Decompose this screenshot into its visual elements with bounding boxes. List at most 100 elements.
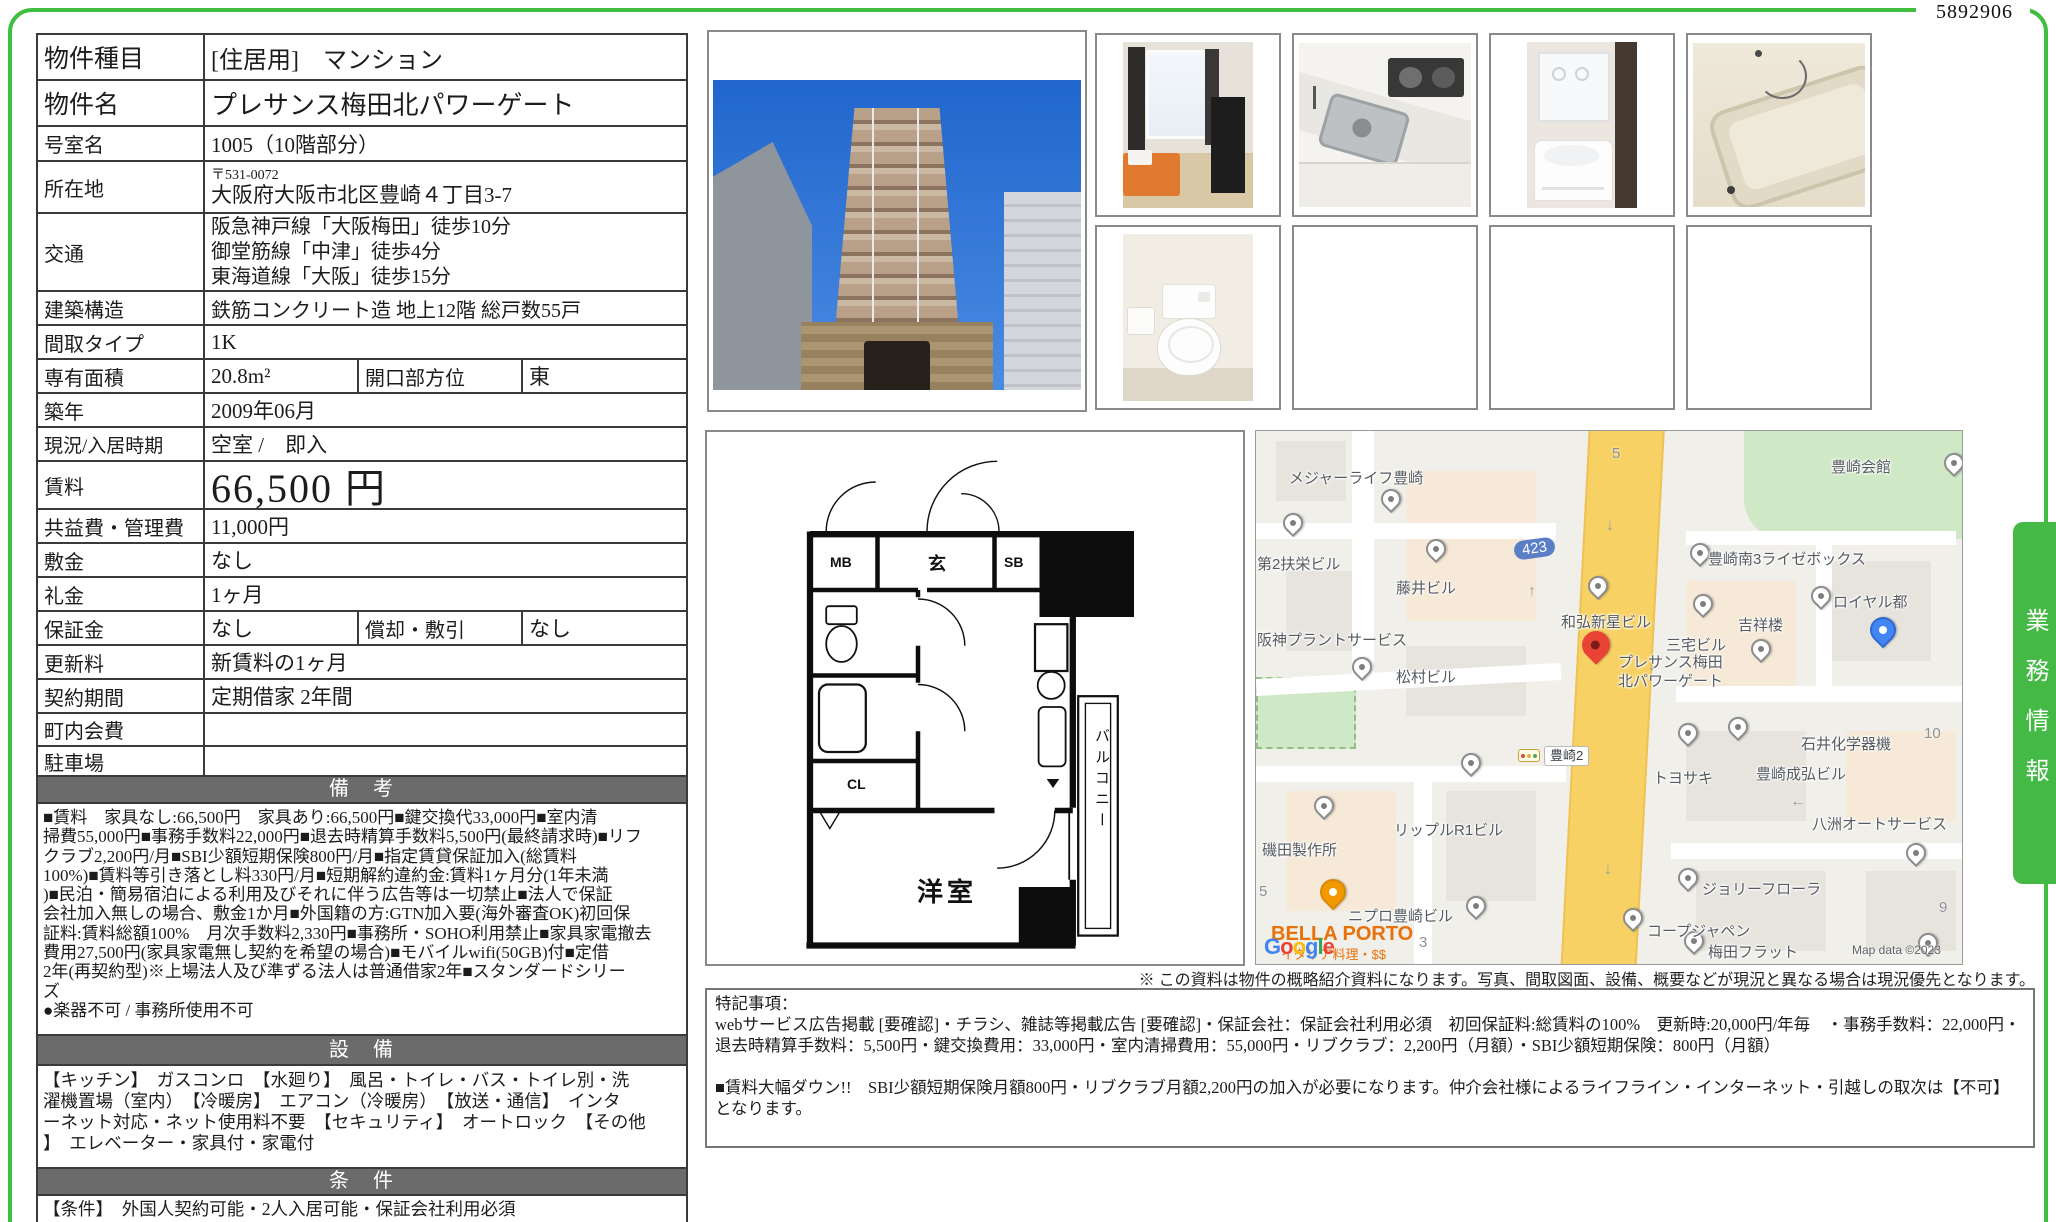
- map-label: 豊崎成弘ビル: [1756, 763, 1846, 784]
- row-label: 建築構造: [38, 292, 205, 324]
- building-photo-image: [713, 80, 1081, 390]
- map-label: リップルR1ビル: [1394, 819, 1503, 840]
- table-row: 建築構造 鉄筋コンクリート造 地上12階 総戸数55戸: [38, 290, 686, 324]
- property-table: 物件種目 [住居用] マンション 物件名 プレサンス梅田北パワーゲート 号室名 …: [36, 33, 688, 1222]
- road-arrow-icon: ↓: [1606, 517, 1614, 535]
- access-line: 阪急神戸線「大阪梅田」徒歩10分: [211, 215, 680, 240]
- building-base: [801, 322, 992, 390]
- table-row: 礼金 1ヶ月: [38, 576, 686, 610]
- floorplan: MB 玄 SB CL 洋室 バルコニー: [705, 430, 1245, 966]
- conditions-text: 【条件】 外国人契約可能・2人入居可能・保証会社利用必須: [38, 1194, 686, 1222]
- row-label: 町内会費: [38, 714, 205, 745]
- row-sublabel: 償却・敷引: [359, 612, 523, 644]
- traffic-light-icon: [1518, 749, 1540, 762]
- row-label: 保証金: [38, 612, 205, 644]
- table-row: 現況/入居時期 空室 / 即入: [38, 426, 686, 460]
- table-row: 共益費・管理費 11,000円: [38, 508, 686, 542]
- conditions-header: 条 件: [38, 1167, 686, 1194]
- photo-slot-empty: [1292, 225, 1478, 410]
- photo-building-exterior: [707, 30, 1087, 412]
- floorplan-label-cl: CL: [847, 776, 866, 792]
- photo-slot-empty: [1489, 225, 1675, 410]
- photo-kitchen: [1292, 33, 1478, 217]
- map-label: 阪神プラントサービス: [1257, 629, 1407, 650]
- map-label: 松村ビル: [1396, 666, 1456, 687]
- block-number: 9: [1939, 899, 1947, 916]
- map-label: トヨサキ: [1653, 767, 1713, 788]
- table-row: 交通 阪急神戸線「大阪梅田」徒歩10分 御堂筋線「中津」徒歩4分 東海道線「大阪…: [38, 212, 686, 290]
- row-label: 物件種目: [38, 35, 205, 79]
- bath-photo-image: [1693, 43, 1865, 207]
- washstand-photo-image: [1527, 42, 1637, 208]
- map-label: 三宅ビル: [1666, 634, 1726, 655]
- block-number: 3: [1419, 934, 1427, 951]
- road-arrow-icon: ↓: [1604, 861, 1612, 879]
- map-attribution: Map data ©2023: [1852, 943, 1941, 957]
- special-notes-box: 特記事項： webサービス広告掲載 [要確認]・チラシ、雑誌等掲載広告 [要確認…: [705, 988, 2035, 1148]
- photo-washstand: [1489, 33, 1675, 217]
- disclaimer-note: ※ この資料は物件の概略紹介資料になります。写真、間取図面、設備、概要などが現況…: [1005, 966, 2035, 990]
- floorplan-label-mb: MB: [830, 554, 852, 570]
- table-row: 間取タイプ 1K: [38, 324, 686, 358]
- block-number: 5: [1612, 445, 1620, 462]
- google-logo: Google: [1264, 934, 1334, 960]
- table-row: 敷金 なし: [38, 542, 686, 576]
- row-label: 築年: [38, 394, 205, 426]
- rent-value: 66,500 円: [205, 462, 686, 508]
- row-label: 交通: [38, 214, 205, 290]
- table-row: 保証金 なし 償却・敷引 なし: [38, 610, 686, 644]
- map-label: 八洲オートサービス: [1812, 813, 1947, 834]
- map-label: ジョリーフローラ: [1702, 878, 1821, 899]
- business-info-tab[interactable]: 業務情報: [2013, 522, 2056, 884]
- map-label: 和弘新星ビル: [1561, 611, 1651, 632]
- row-label: 物件名: [38, 81, 205, 125]
- row-label: 間取タイプ: [38, 326, 205, 358]
- row-label: 共益費・管理費: [38, 510, 205, 542]
- map-label: 梅田フラット: [1708, 941, 1798, 962]
- row-subvalue: 東: [523, 360, 686, 392]
- row-label: 現況/入居時期: [38, 428, 205, 460]
- row-value: [住居用] マンション: [205, 35, 686, 79]
- table-row: 町内会費: [38, 712, 686, 745]
- left-structure: [713, 142, 812, 390]
- remarks-text: ■賃料 家具なし:66,500円 家具あり:66,500円■鍵交換代33,000…: [38, 802, 686, 1034]
- equipment-header: 設 備: [38, 1034, 686, 1064]
- map-label: コープジャペン: [1647, 920, 1750, 941]
- property-flyer-page: 5892906 物件種目 [住居用] マンション 物件名 プレサンス梅田北パワー…: [0, 0, 2056, 1222]
- map-label-property: プレサンス梅田 北パワーゲート: [1618, 653, 1723, 691]
- row-subvalue: なし: [523, 612, 686, 644]
- postal-code: 〒531-0072: [211, 168, 680, 183]
- block-number: 5: [1259, 883, 1267, 900]
- table-row: 駐車場: [38, 745, 686, 775]
- tower: [834, 108, 959, 337]
- row-value: 2009年06月: [205, 394, 686, 426]
- main-road: [1558, 430, 1665, 965]
- table-row: 物件名 プレサンス梅田北パワーゲート: [38, 79, 686, 125]
- row-value: 1ヶ月: [205, 578, 686, 610]
- photo-slot-empty: [1686, 225, 1872, 410]
- row-value: 新賃料の1ヶ月: [205, 646, 686, 678]
- floorplan-label-sb: SB: [1004, 554, 1023, 570]
- row-label: 号室名: [38, 127, 205, 160]
- photo-toilet: [1095, 225, 1281, 410]
- address: 大阪府大阪市北区豊崎４丁目3-7: [211, 183, 680, 207]
- row-label: 所在地: [38, 162, 205, 212]
- map-park: [1744, 431, 1963, 539]
- row-value: プレサンス梅田北パワーゲート: [205, 81, 686, 125]
- map-label: 石井化学器機: [1801, 733, 1891, 754]
- row-label: 敷金: [38, 544, 205, 576]
- photo-bedroom: [1095, 33, 1281, 217]
- row-label: 専有面積: [38, 360, 205, 392]
- right-building: [1004, 192, 1081, 390]
- row-label: 賃料: [38, 462, 205, 508]
- intersection-badge: 豊崎2: [1544, 746, 1589, 766]
- table-row: 物件種目 [住居用] マンション: [38, 35, 686, 79]
- table-row: 築年 2009年06月: [38, 392, 686, 426]
- row-label: 駐車場: [38, 747, 205, 775]
- row-value: なし: [205, 612, 359, 644]
- table-row: 所在地 〒531-0072 大阪府大阪市北区豊崎４丁目3-7: [38, 160, 686, 212]
- table-row: 賃料 66,500 円: [38, 460, 686, 508]
- row-sublabel: 開口部方位: [359, 360, 523, 392]
- bedroom-photo-image: [1123, 42, 1253, 208]
- map-label: 豊崎会館: [1831, 456, 1891, 477]
